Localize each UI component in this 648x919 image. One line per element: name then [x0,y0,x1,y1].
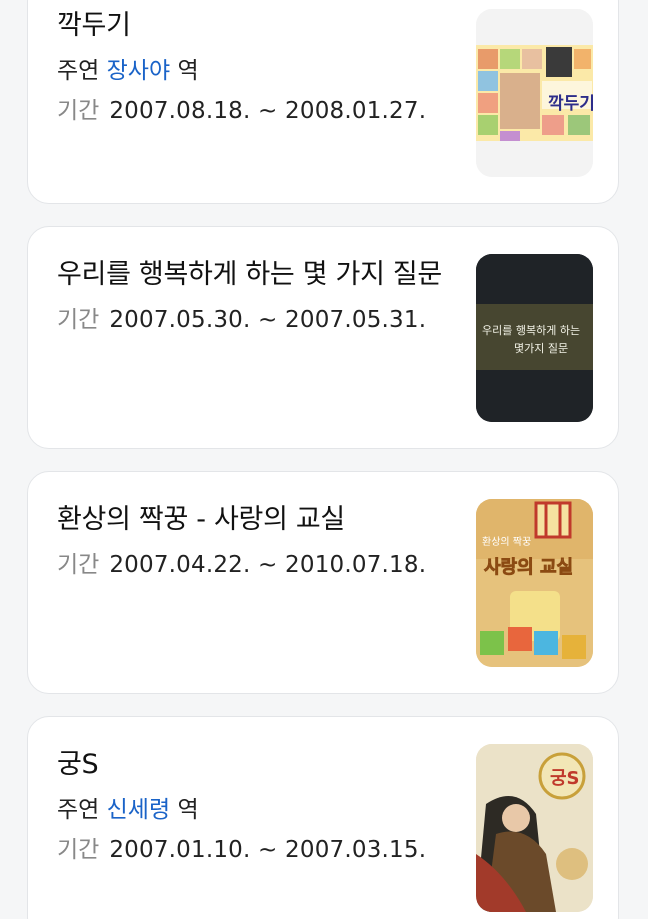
drama-title[interactable]: 궁S [57,743,457,787]
card-text: 환상의 짝꿍 - 사랑의 교실 기간 2007.04.22. ~ 2010.07.… [57,498,457,582]
cast-row: 주연 신세령 역 [57,793,457,827]
poster-subtitle: 환상의 짝꿍 [482,536,531,548]
poster-title-line2: 몇가지 질문 [514,342,568,355]
poster-image: 궁S [476,744,593,912]
poster-image: 우리를 행복하게 하는 몇가지 질문 [476,254,593,422]
period-label: 기간 [57,552,100,578]
drama-poster[interactable]: 환상의 짝꿍 사랑의 교실 [476,499,593,667]
poster-title-line1: 우리를 행복하게 하는 [482,323,580,337]
drama-poster[interactable]: 깍두기 [476,9,593,177]
cast-label: 주연 [57,58,100,84]
period-row: 기간 2007.04.22. ~ 2010.07.18. [57,548,457,582]
poster-title: 궁S [550,768,580,789]
drama-title[interactable]: 우리를 행복하게 하는 몇 가지 질문 [57,253,442,297]
card-text: 우리를 행복하게 하는 몇 가지 질문 기간 2007.05.30. ~ 2007… [57,253,457,337]
card-text: 궁S 주연 신세령 역 기간 2007.01.10. ~ 2007.03.15. [57,743,457,867]
card-text: 깍두기 주연 장사야 역 기간 2007.08.18. ~ 2008.01.27. [57,4,457,128]
drama-poster[interactable]: 우리를 행복하게 하는 몇가지 질문 [476,254,593,422]
period-label: 기간 [57,307,100,333]
drama-list: 깍두기 주연 장사야 역 기간 2007.08.18. ~ 2008.01.27. [0,0,648,919]
period-label: 기간 [57,98,100,124]
period-value: 2007.08.18. ~ 2008.01.27. [109,98,427,124]
period-row: 기간 2007.05.30. ~ 2007.05.31. [57,303,457,337]
poster-title: 사랑의 교실 [484,557,573,578]
poster-image: 환상의 짝꿍 사랑의 교실 [476,499,593,667]
poster-title: 깍두기 [548,94,593,114]
drama-title[interactable]: 깍두기 [57,4,457,48]
drama-title[interactable]: 환상의 짝꿍 - 사랑의 교실 [57,498,457,542]
cast-suffix: 역 [177,58,199,84]
cast-row: 주연 장사야 역 [57,54,457,88]
period-value: 2007.05.30. ~ 2007.05.31. [109,307,427,333]
period-row: 기간 2007.01.10. ~ 2007.03.15. [57,833,457,867]
poster-image: 깍두기 [476,9,593,177]
cast-suffix: 역 [177,797,199,823]
cast-label: 주연 [57,797,100,823]
drama-card[interactable]: 환상의 짝꿍 - 사랑의 교실 기간 2007.04.22. ~ 2010.07.… [27,471,619,694]
period-row: 기간 2007.08.18. ~ 2008.01.27. [57,94,457,128]
cast-role-link[interactable]: 장사야 [107,58,170,84]
drama-card[interactable]: 궁S 주연 신세령 역 기간 2007.01.10. ~ 2007.03.15. … [27,716,619,919]
period-label: 기간 [57,837,100,863]
drama-card[interactable]: 깍두기 주연 장사야 역 기간 2007.08.18. ~ 2008.01.27. [27,0,619,204]
drama-card[interactable]: 우리를 행복하게 하는 몇 가지 질문 기간 2007.05.30. ~ 2007… [27,226,619,449]
drama-poster[interactable]: 궁S [476,744,593,912]
period-value: 2007.01.10. ~ 2007.03.15. [109,837,427,863]
cast-role-link[interactable]: 신세령 [107,797,170,823]
period-value: 2007.04.22. ~ 2010.07.18. [109,552,427,578]
